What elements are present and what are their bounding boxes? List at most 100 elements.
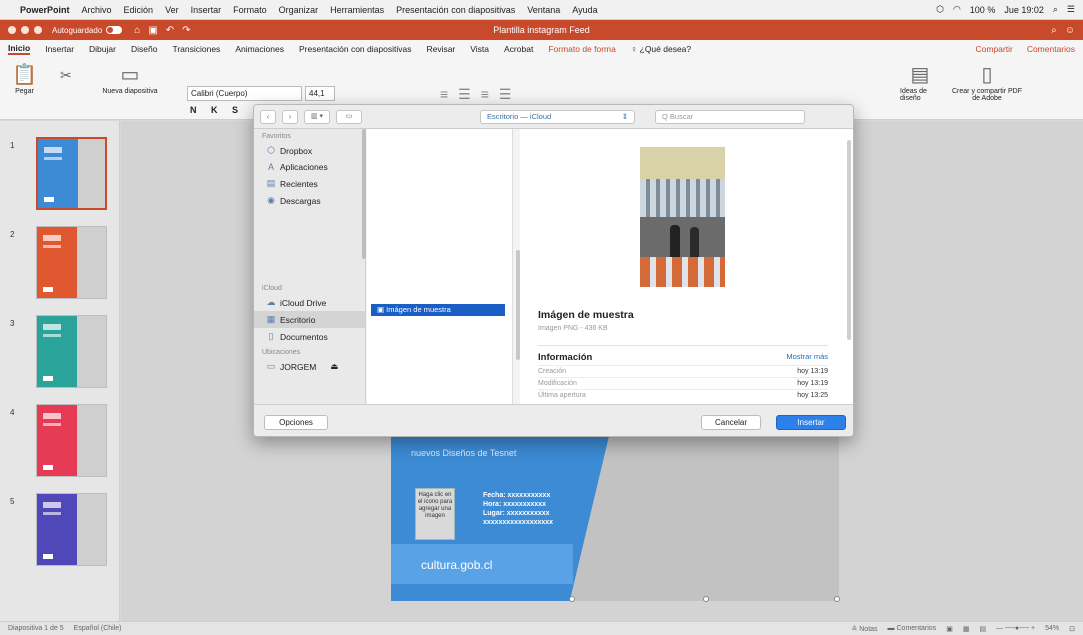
resize-handle[interactable] bbox=[569, 596, 575, 602]
wifi-icon[interactable]: ◠ bbox=[953, 4, 961, 15]
new-folder-button[interactable]: ▭ bbox=[336, 109, 362, 124]
thumbnail-row[interactable]: 5 bbox=[0, 493, 120, 569]
dropbox-icon[interactable]: ⬡ bbox=[936, 4, 944, 15]
thumbnail-row[interactable]: 2 bbox=[0, 226, 120, 302]
slide-thumbnail[interactable] bbox=[36, 404, 107, 477]
account-icon[interactable]: ☺ bbox=[1065, 25, 1075, 36]
location-select[interactable]: Escritorio — iCloud ⇕ bbox=[480, 109, 635, 124]
close-window-button[interactable] bbox=[8, 26, 16, 34]
file-item-selected[interactable]: ▣ Imágen de muestra bbox=[371, 304, 505, 316]
thumbnail-row[interactable]: 4 bbox=[0, 404, 120, 480]
zoom-level[interactable]: 54% bbox=[1045, 625, 1059, 633]
list-icon[interactable]: ☰ bbox=[1067, 4, 1075, 15]
tab-presentacion[interactable]: Presentación con diapositivas bbox=[299, 44, 411, 54]
menu-herramientas[interactable]: Herramientas bbox=[330, 5, 384, 15]
comments-button[interactable]: Comentarios bbox=[1027, 44, 1075, 54]
sidebar-item-recientes[interactable]: ▤ Recientes bbox=[254, 175, 365, 192]
autosave-control[interactable]: Autoguardado bbox=[52, 26, 123, 35]
sidebar-item-icloud-drive[interactable]: ☁ iCloud Drive bbox=[254, 294, 365, 311]
fit-slide-icon[interactable]: ⊡ bbox=[1069, 625, 1075, 633]
tab-dibujar[interactable]: Dibujar bbox=[89, 44, 116, 54]
format-buttons[interactable]: N K S bbox=[190, 105, 244, 115]
back-button[interactable]: ‹ bbox=[260, 109, 276, 124]
tab-inicio[interactable]: Inicio bbox=[8, 43, 31, 55]
menu-ayuda[interactable]: Ayuda bbox=[572, 5, 597, 15]
menu-edicion[interactable]: Edición bbox=[124, 5, 154, 15]
menu-app-name[interactable]: PowerPoint bbox=[20, 5, 70, 15]
event-info[interactable]: Fecha: xxxxxxxxxxx Hora: xxxxxxxxxxx Lug… bbox=[483, 491, 553, 527]
slide-thumbnail[interactable] bbox=[36, 315, 107, 388]
tab-formato-de-forma[interactable]: Formato de forma bbox=[548, 44, 616, 54]
tab-diseno[interactable]: Diseño bbox=[131, 44, 157, 54]
preview-scrollbar[interactable] bbox=[847, 140, 851, 340]
tab-revisar[interactable]: Revisar bbox=[426, 44, 455, 54]
menu-organizar[interactable]: Organizar bbox=[279, 5, 319, 15]
options-button[interactable]: Opciones bbox=[264, 415, 328, 430]
new-slide-button[interactable]: ▭ Nueva diapositiva bbox=[100, 64, 160, 95]
forward-button[interactable]: › bbox=[282, 109, 298, 124]
thumbnail-row[interactable]: 1 bbox=[0, 137, 120, 213]
sidebar-item-documentos[interactable]: ▯ Documentos bbox=[254, 328, 365, 345]
show-more-link[interactable]: Mostrar más bbox=[786, 352, 828, 363]
view-mode-button[interactable]: ▥ ▾ bbox=[304, 109, 330, 124]
slide-thumbnail[interactable] bbox=[36, 226, 107, 299]
slide-website[interactable]: cultura.gob.cl bbox=[421, 558, 492, 572]
menu-formato[interactable]: Formato bbox=[233, 5, 267, 15]
zoom-window-button[interactable] bbox=[34, 26, 42, 34]
menu-presentacion[interactable]: Presentación con diapositivas bbox=[396, 5, 515, 15]
minimize-window-button[interactable] bbox=[21, 26, 29, 34]
eject-icon[interactable]: ⏏ bbox=[330, 361, 338, 372]
redo-icon[interactable]: ↷ bbox=[182, 25, 190, 36]
language-indicator[interactable]: Español (Chile) bbox=[74, 625, 122, 632]
cut-copy-group[interactable]: ✂ bbox=[60, 64, 72, 86]
insert-button[interactable]: Insertar bbox=[776, 415, 846, 430]
share-button[interactable]: Compartir bbox=[976, 44, 1013, 54]
sidebar-item-jorgem[interactable]: ▭ JORGEM ⏏ bbox=[254, 358, 365, 375]
create-pdf-button[interactable]: ▯ Crear y compartir PDF de Adobe bbox=[952, 64, 1022, 102]
sidebar-item-aplicaciones[interactable]: A Aplicaciones bbox=[254, 159, 365, 175]
search-icon[interactable]: ⌕ bbox=[1051, 25, 1057, 36]
clock[interactable]: Jue 19:02 bbox=[1004, 5, 1044, 15]
resize-handle[interactable] bbox=[834, 596, 840, 602]
resize-handle[interactable] bbox=[703, 596, 709, 602]
tab-animaciones[interactable]: Animaciones bbox=[235, 44, 284, 54]
design-ideas-button[interactable]: ▤ Ideas de diseño bbox=[900, 64, 940, 102]
sidebar-item-escritorio[interactable]: ▦ Escritorio bbox=[254, 311, 365, 328]
menu-ver[interactable]: Ver bbox=[165, 5, 179, 15]
current-slide[interactable]: nuevos Diseños de Tesnet Haga clic en el… bbox=[391, 436, 840, 602]
sidebar-item-descargas[interactable]: ◉ Descargas bbox=[254, 192, 365, 209]
font-size-select[interactable]: 44,1 bbox=[305, 86, 335, 101]
slide-thumbnail[interactable] bbox=[36, 493, 107, 566]
cancel-button[interactable]: Cancelar bbox=[701, 415, 761, 430]
slide-subtitle[interactable]: nuevos Diseños de Tesnet bbox=[411, 448, 516, 458]
slide-thumbnail[interactable] bbox=[36, 137, 107, 210]
image-placeholder[interactable]: Haga clic en el icono para agregar una i… bbox=[415, 488, 455, 540]
paragraph-icons[interactable]: ≡☰≡☰ bbox=[440, 86, 521, 103]
tab-vista[interactable]: Vista bbox=[470, 44, 489, 54]
autosave-toggle[interactable] bbox=[106, 26, 123, 34]
tab-insertar[interactable]: Insertar bbox=[45, 44, 74, 54]
home-icon[interactable]: ⌂ bbox=[134, 25, 140, 36]
tab-acrobat[interactable]: Acrobat bbox=[504, 44, 533, 54]
zoom-slider[interactable]: — ──●── + bbox=[996, 625, 1035, 633]
notes-button[interactable]: ≙ Notas bbox=[851, 625, 877, 633]
tab-transiciones[interactable]: Transiciones bbox=[172, 44, 220, 54]
reading-view-icon[interactable]: ▤ bbox=[979, 625, 986, 633]
tell-me-search[interactable]: ♀ ¿Qué desea? bbox=[631, 44, 691, 54]
file-column[interactable]: ▣ Imágen de muestra bbox=[367, 129, 513, 404]
menu-ventana[interactable]: Ventana bbox=[527, 5, 560, 15]
normal-view-icon[interactable]: ▣ bbox=[946, 625, 953, 633]
comments-status-button[interactable]: ▬ Comentarios bbox=[888, 625, 937, 633]
spotlight-icon[interactable]: ⌕ bbox=[1053, 4, 1058, 15]
paste-button[interactable]: 📋 Pegar bbox=[12, 64, 37, 95]
thumbnail-row[interactable]: 3 bbox=[0, 315, 120, 391]
menu-archivo[interactable]: Archivo bbox=[82, 5, 112, 15]
search-input[interactable]: Q Buscar bbox=[655, 109, 805, 124]
sorter-view-icon[interactable]: ▦ bbox=[963, 625, 970, 633]
undo-icon[interactable]: ↶ bbox=[166, 25, 174, 36]
menu-insertar[interactable]: Insertar bbox=[191, 5, 222, 15]
save-icon[interactable]: ▣ bbox=[148, 25, 157, 36]
sidebar-item-dropbox[interactable]: ⬡ Dropbox bbox=[254, 142, 365, 159]
sidebar-scrollbar[interactable] bbox=[362, 129, 366, 259]
font-name-select[interactable]: Calibri (Cuerpo) bbox=[187, 86, 302, 101]
